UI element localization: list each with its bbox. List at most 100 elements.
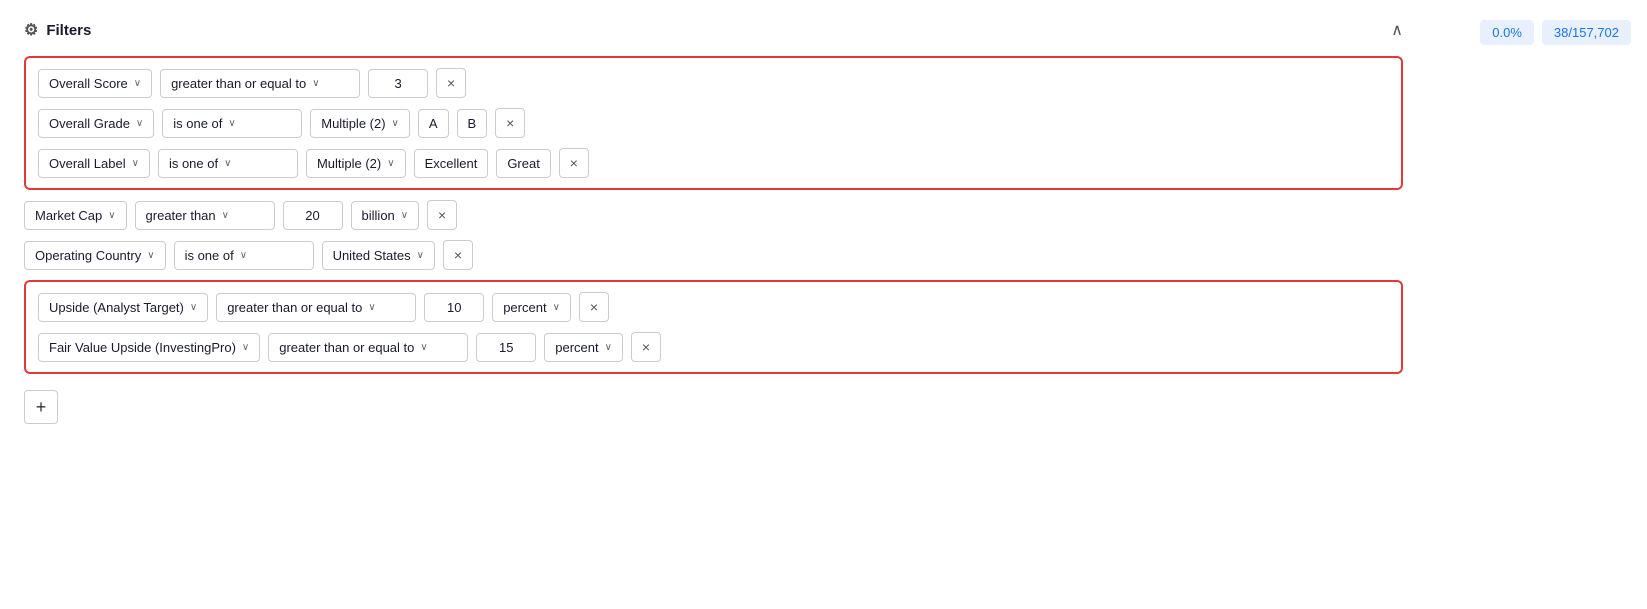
value-select-operating-country[interactable]: United States ∨	[322, 241, 435, 270]
condition-chevron-market-cap: ∨	[222, 210, 229, 221]
condition-select-market-cap[interactable]: greater than ∨	[135, 201, 275, 230]
tag-b-overall-grade[interactable]: B	[457, 109, 488, 138]
filters-title: ⚙ Filters	[24, 20, 91, 40]
value-input-overall-score[interactable]	[368, 69, 428, 98]
condition-chevron-overall-label: ∨	[224, 158, 231, 169]
filter-row-fair-value-upside: Fair Value Upside (InvestingPro) ∨ great…	[38, 332, 1389, 362]
close-button-operating-country[interactable]: ×	[443, 240, 473, 270]
field-label-overall-grade: Overall Grade	[49, 116, 130, 131]
tag-a-label: A	[429, 116, 438, 131]
value-input-fair-value-upside[interactable]	[476, 333, 536, 362]
unit-select-market-cap[interactable]: billion ∨	[351, 201, 420, 230]
value-input-market-cap[interactable]	[283, 201, 343, 230]
filter-row-market-cap: Market Cap ∨ greater than ∨ billion ∨ ×	[24, 200, 1403, 230]
condition-label-fair-value-upside: greater than or equal to	[279, 340, 414, 355]
field-chevron-operating-country: ∨	[147, 250, 154, 261]
close-icon-overall-grade: ×	[506, 115, 514, 131]
field-chevron-fair-value-upside: ∨	[242, 342, 249, 353]
filters-heading: Filters	[46, 22, 91, 39]
field-select-operating-country[interactable]: Operating Country ∨	[24, 241, 166, 270]
condition-select-overall-score[interactable]: greater than or equal to ∨	[160, 69, 360, 98]
condition-select-overall-label[interactable]: is one of ∨	[158, 149, 298, 178]
unit-chevron-market-cap: ∨	[401, 210, 408, 221]
add-filter-button[interactable]: +	[24, 390, 58, 424]
condition-select-upside-analyst[interactable]: greater than or equal to ∨	[216, 293, 416, 322]
field-select-upside-analyst[interactable]: Upside (Analyst Target) ∨	[38, 293, 208, 322]
field-label-fair-value-upside: Fair Value Upside (InvestingPro)	[49, 340, 236, 355]
gear-icon: ⚙	[24, 20, 38, 40]
close-button-overall-label[interactable]: ×	[559, 148, 589, 178]
close-icon-fair-value-upside: ×	[642, 339, 650, 355]
filter-row-operating-country: Operating Country ∨ is one of ∨ United S…	[24, 240, 1403, 270]
field-label-market-cap: Market Cap	[35, 208, 102, 223]
condition-label-upside-analyst: greater than or equal to	[227, 300, 362, 315]
filter-row-upside-analyst: Upside (Analyst Target) ∨ greater than o…	[38, 292, 1389, 322]
condition-select-operating-country[interactable]: is one of ∨	[174, 241, 314, 270]
value-select-overall-label[interactable]: Multiple (2) ∨	[306, 149, 406, 178]
condition-chevron-overall-grade: ∨	[228, 118, 235, 129]
close-button-fair-value-upside[interactable]: ×	[631, 332, 661, 362]
tag-great-label: Great	[507, 156, 540, 171]
close-icon-market-cap: ×	[438, 207, 446, 223]
value-label-overall-label: Multiple (2)	[317, 156, 381, 171]
tag-excellent-label: Excellent	[425, 156, 478, 171]
close-icon-operating-country: ×	[454, 247, 462, 263]
field-chevron-overall-grade: ∨	[136, 118, 143, 129]
field-select-fair-value-upside[interactable]: Fair Value Upside (InvestingPro) ∨	[38, 333, 260, 362]
filters-header: ⚙ Filters ∧	[24, 20, 1403, 40]
field-chevron-market-cap: ∨	[108, 210, 115, 221]
field-chevron-overall-label: ∨	[132, 158, 139, 169]
percentage-badge: 0.0%	[1480, 20, 1534, 45]
field-select-overall-grade[interactable]: Overall Grade ∨	[38, 109, 154, 138]
tag-excellent-overall-label[interactable]: Excellent	[414, 149, 489, 178]
condition-chevron-overall-score: ∨	[312, 78, 319, 89]
close-button-market-cap[interactable]: ×	[427, 200, 457, 230]
condition-label-overall-label: is one of	[169, 156, 218, 171]
value-chevron-overall-label: ∨	[387, 158, 394, 169]
field-select-market-cap[interactable]: Market Cap ∨	[24, 201, 127, 230]
page-container: ⚙ Filters ∧ Overall Score ∨ greater than…	[0, 0, 1647, 609]
collapse-icon[interactable]: ∧	[1391, 20, 1403, 40]
condition-select-fair-value-upside[interactable]: greater than or equal to ∨	[268, 333, 468, 362]
close-button-overall-score[interactable]: ×	[436, 68, 466, 98]
filters-body: Overall Score ∨ greater than or equal to…	[24, 56, 1403, 424]
value-label-overall-grade: Multiple (2)	[321, 116, 385, 131]
condition-label-overall-score: greater than or equal to	[171, 76, 306, 91]
close-icon-upside-analyst: ×	[590, 299, 598, 315]
unit-label-market-cap: billion	[362, 208, 395, 223]
filter-row-overall-grade: Overall Grade ∨ is one of ∨ Multiple (2)…	[38, 108, 1389, 138]
unit-select-upside-analyst[interactable]: percent ∨	[492, 293, 571, 322]
field-select-overall-label[interactable]: Overall Label ∨	[38, 149, 150, 178]
condition-select-overall-grade[interactable]: is one of ∨	[162, 109, 302, 138]
condition-label-operating-country: is one of	[185, 248, 234, 263]
field-select-overall-score[interactable]: Overall Score ∨	[38, 69, 152, 98]
value-chevron-operating-country: ∨	[417, 250, 424, 261]
close-icon-overall-label: ×	[570, 155, 578, 171]
right-panel: 0.0% 38/157,702	[1427, 0, 1647, 609]
field-label-overall-score: Overall Score	[49, 76, 128, 91]
unit-label-upside-analyst: percent	[503, 300, 546, 315]
value-input-upside-analyst[interactable]	[424, 293, 484, 322]
close-button-upside-analyst[interactable]: ×	[579, 292, 609, 322]
value-select-overall-grade[interactable]: Multiple (2) ∨	[310, 109, 410, 138]
close-button-overall-grade[interactable]: ×	[495, 108, 525, 138]
field-label-upside-analyst: Upside (Analyst Target)	[49, 300, 184, 315]
tag-a-overall-grade[interactable]: A	[418, 109, 449, 138]
filter-row-overall-label: Overall Label ∨ is one of ∨ Multiple (2)…	[38, 148, 1389, 178]
condition-label-market-cap: greater than	[146, 208, 216, 223]
tag-great-overall-label[interactable]: Great	[496, 149, 551, 178]
filters-panel: ⚙ Filters ∧ Overall Score ∨ greater than…	[0, 0, 1427, 609]
unit-chevron-fair-value-upside: ∨	[605, 342, 612, 353]
condition-chevron-upside-analyst: ∨	[368, 302, 375, 313]
field-label-operating-country: Operating Country	[35, 248, 141, 263]
field-label-overall-label: Overall Label	[49, 156, 126, 171]
value-chevron-overall-grade: ∨	[392, 118, 399, 129]
condition-chevron-operating-country: ∨	[240, 250, 247, 261]
unit-chevron-upside-analyst: ∨	[553, 302, 560, 313]
unit-select-fair-value-upside[interactable]: percent ∨	[544, 333, 623, 362]
filter-group-2: Upside (Analyst Target) ∨ greater than o…	[24, 280, 1403, 374]
filter-row-overall-score: Overall Score ∨ greater than or equal to…	[38, 68, 1389, 98]
close-icon-overall-score: ×	[447, 75, 455, 91]
unit-label-fair-value-upside: percent	[555, 340, 598, 355]
field-chevron-upside-analyst: ∨	[190, 302, 197, 313]
